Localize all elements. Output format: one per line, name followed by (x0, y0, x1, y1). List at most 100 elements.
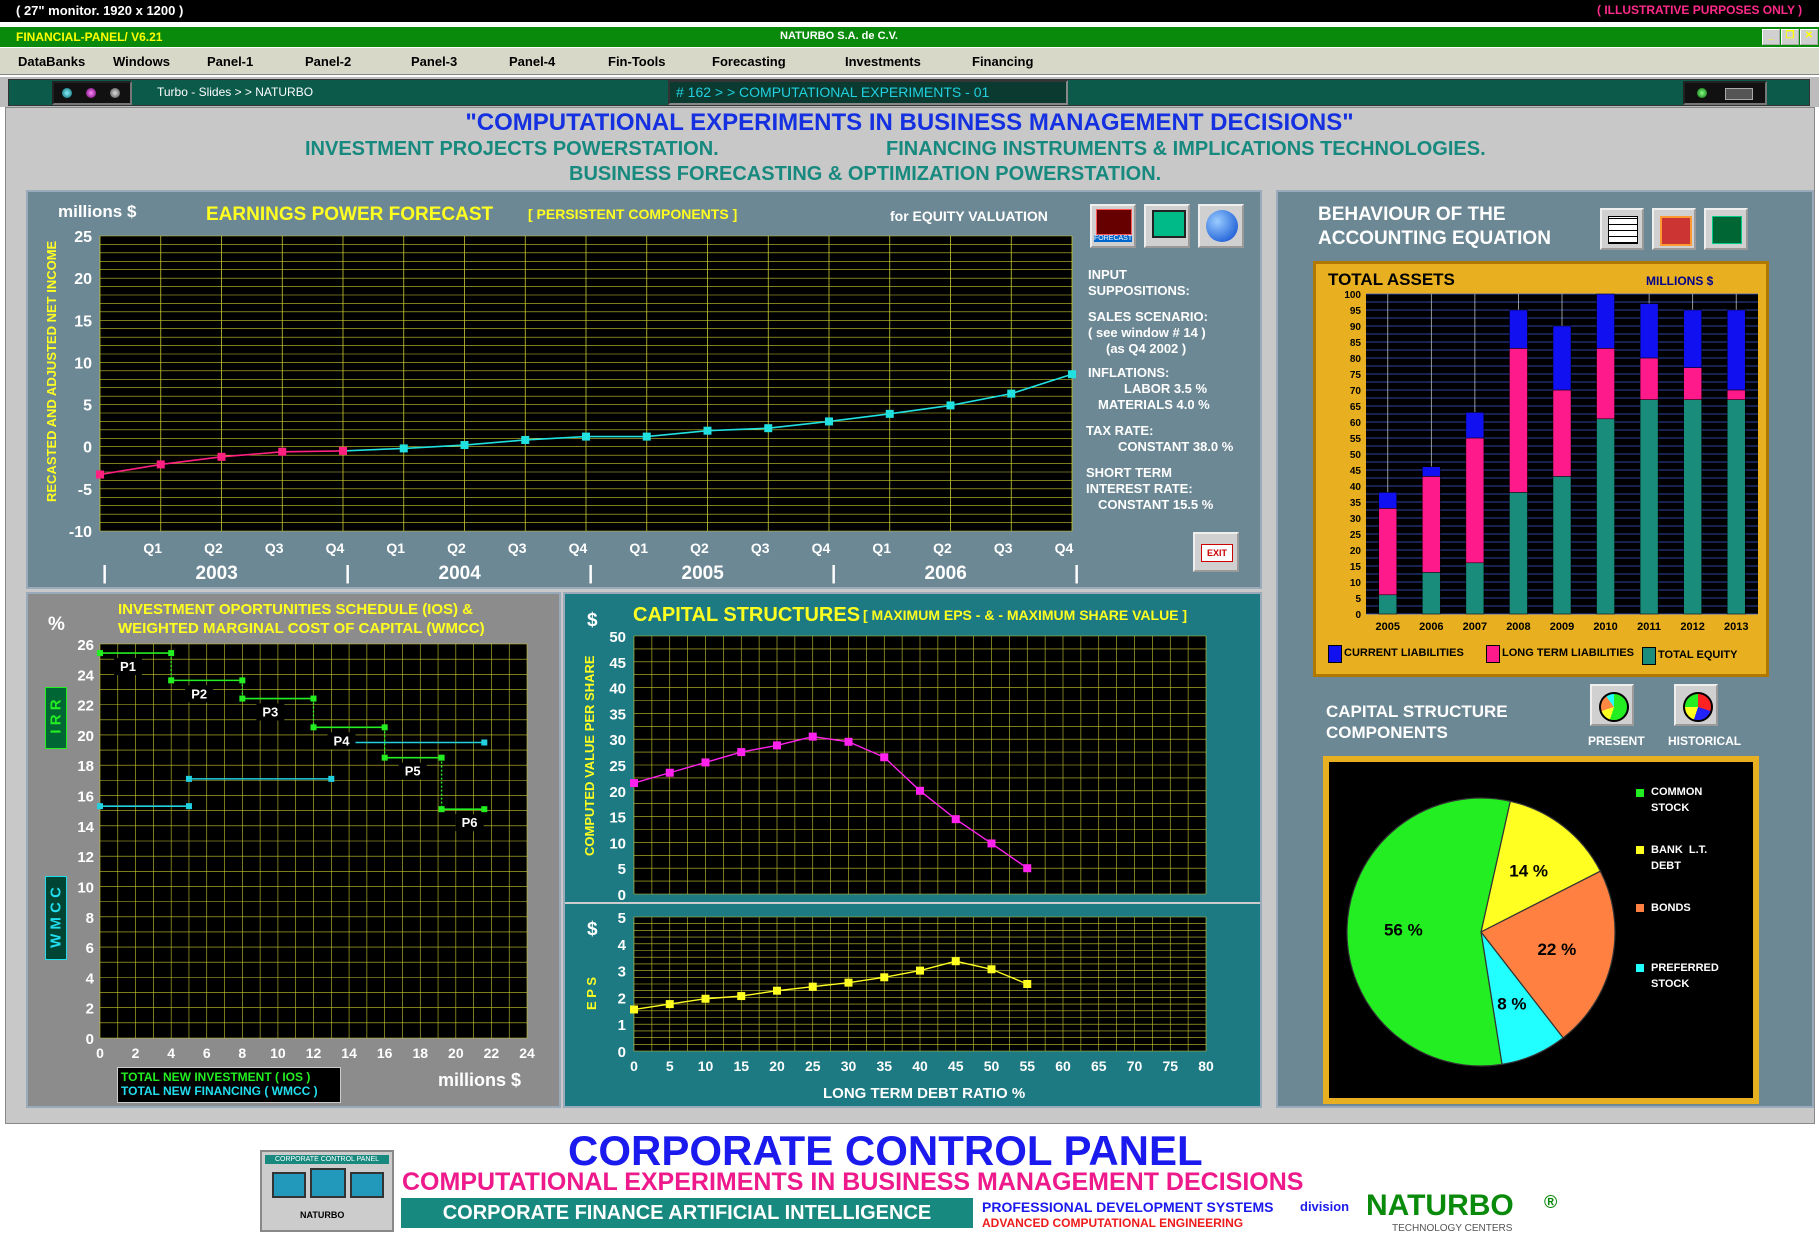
legend-current-liabilities: CURRENT LIABILITIES (1344, 647, 1464, 659)
minimize-button[interactable]: _ (1762, 29, 1780, 45)
capital-xtick: 15 (733, 1058, 749, 1074)
footer-tech-centers: TECHNOLOGY CENTERS (1392, 1223, 1513, 1234)
menu-panel-4[interactable]: Panel-4 (509, 54, 555, 69)
legend-bank-debt: BANK L.T. DEBT (1651, 844, 1708, 872)
assets-ytick: 60 (1350, 418, 1362, 429)
capital-series-point (844, 737, 853, 746)
menu-financing[interactable]: Financing (972, 54, 1033, 69)
pie-slice-label: 22 % (1537, 940, 1576, 959)
assets-bar-segment (1726, 309, 1746, 391)
total-assets-frame: TOTAL ASSETS MILLIONS $ 0 5 10 15 20 25 30 35 40… (1313, 261, 1769, 677)
ios-ytick: 6 (86, 940, 94, 957)
ios-ytick: 10 (77, 879, 94, 896)
ios-step-point (310, 724, 317, 731)
short-term-label: SHORT TERM (1086, 465, 1172, 480)
menu-databanks[interactable]: DataBanks (18, 54, 85, 69)
table-view-button[interactable] (1600, 208, 1644, 250)
assets-xtick: 2007 (1463, 621, 1487, 633)
ios-ytick: 18 (77, 758, 94, 775)
ios-ytick: 14 (77, 819, 94, 836)
capital-series-point (1023, 864, 1032, 873)
exit-button[interactable]: EXIT (1193, 532, 1239, 572)
earnings-ytick: 10 (74, 355, 92, 372)
assets-xtick: 2005 (1376, 621, 1400, 633)
ios-step-point (97, 803, 103, 810)
assets-bar-segment (1726, 399, 1746, 615)
subheading-investment: INVESTMENT PROJECTS POWERSTATION. (305, 138, 719, 160)
ios-xtick: 18 (412, 1045, 428, 1061)
earnings-line-segment (282, 450, 344, 453)
menu-panel-2[interactable]: Panel-2 (305, 54, 351, 69)
ios-project-label: P2 (191, 686, 207, 701)
assets-bar-segment (1378, 594, 1398, 615)
present-label: PRESENT (1588, 734, 1645, 748)
capital-xtick: 50 (984, 1058, 1000, 1074)
blue-light-icon[interactable] (62, 88, 72, 98)
bar-view-button[interactable] (1652, 208, 1696, 250)
earnings-point (703, 426, 712, 435)
legend-total-equity: TOTAL EQUITY (1658, 649, 1738, 661)
footer-pds: PROFESSIONAL DEVELOPMENT SYSTEMS (982, 1199, 1274, 1215)
monitor-mini-icon[interactable] (1725, 88, 1753, 100)
earnings-point (96, 470, 104, 479)
assets-bar-segment (1509, 492, 1528, 615)
menu-panel-1[interactable]: Panel-1 (207, 54, 253, 69)
menu-forecasting[interactable]: Forecasting (712, 54, 786, 69)
ios-step-point (328, 775, 335, 782)
earnings-quarter-label: Q3 (508, 540, 527, 556)
pie-frame: 14 % 22 % 8 % 56 % COMMON STOCK BANK L.T. D… (1323, 756, 1759, 1104)
window-titlebar: FINANCIAL-PANEL/ V6.21 NATURBO S.A. de C… (0, 27, 1819, 47)
company-name: NATURBO S.A. de C.V. (780, 30, 898, 42)
restore-button[interactable]: ❐ (1781, 29, 1799, 45)
menu-panel-3[interactable]: Panel-3 (411, 54, 457, 69)
capital-xtick: 45 (948, 1058, 964, 1074)
menu-investments[interactable]: Investments (845, 54, 921, 69)
capital-xtick: 20 (769, 1058, 785, 1074)
assets-ytick: 100 (1344, 290, 1361, 301)
menu-fin-tools[interactable]: Fin-Tools (608, 54, 666, 69)
ios-ytick: 22 (77, 698, 94, 715)
assets-ytick: 80 (1350, 354, 1362, 365)
capital-series-point (630, 1005, 638, 1014)
earnings-year-divider: | (345, 563, 350, 584)
breadcrumb: Turbo - Slides > > NATURBO (157, 85, 314, 99)
assets-bar-segment (1422, 466, 1441, 477)
magenta-light-icon[interactable] (86, 88, 96, 98)
earnings-quarter-label: Q3 (751, 540, 770, 556)
menu-windows[interactable]: Windows (113, 54, 170, 69)
ios-xtick: 8 (238, 1045, 246, 1061)
forecast-label: FORECAST (1094, 235, 1133, 242)
ios-xtick: 20 (448, 1045, 464, 1061)
close-button[interactable]: ✕ (1800, 29, 1818, 45)
globe-button[interactable] (1198, 204, 1244, 248)
ios-ytick: 16 (77, 789, 94, 806)
capital-panel: $ CAPITAL STRUCTURES [ MAXIMUM EPS - & -… (563, 592, 1262, 1108)
assets-xtick: 2011 (1637, 621, 1661, 633)
monitor-button[interactable] (1144, 204, 1190, 248)
main-heading: "COMPUTATIONAL EXPERIMENTS IN BUSINESS M… (465, 109, 1354, 136)
assumptions-title: INPUT SUPPOSITIONS: (1088, 267, 1190, 298)
earnings-quarter-label: Q2 (447, 540, 466, 556)
line-view-button[interactable] (1704, 208, 1748, 250)
forecast-button[interactable]: FORECAST (1090, 204, 1136, 248)
present-button[interactable] (1590, 684, 1634, 726)
historical-button[interactable] (1674, 684, 1718, 726)
logo-monitor-right-icon (350, 1172, 384, 1198)
footer-logo: CORPORATE CONTROL PANEL NATURBO (260, 1150, 394, 1232)
capital-series-point (701, 758, 710, 767)
slide-title: # 162 > > COMPUTATIONAL EXPERIMENTS - 01 (676, 84, 990, 100)
gray-light-icon[interactable] (110, 88, 120, 98)
earnings-year-divider: | (588, 563, 593, 584)
earnings-quarter-label: Q4 (1055, 540, 1074, 556)
pie-historical-icon (1683, 692, 1713, 722)
assets-xtick: 2006 (1419, 621, 1443, 633)
subheading-financing: FINANCING INSTRUMENTS & IMPLICATIONS TEC… (886, 138, 1486, 160)
ios-xtick: 16 (377, 1045, 393, 1061)
assets-ytick: 5 (1355, 594, 1361, 605)
assets-ytick: 0 (1355, 610, 1361, 621)
capital-xtick: 30 (841, 1058, 857, 1074)
legend-swatch-equity (1642, 647, 1656, 665)
capital-series-point (880, 973, 889, 982)
materials-inflation: MATERIALS 4.0 % (1098, 397, 1210, 412)
ios-xtick: 0 (96, 1045, 104, 1061)
